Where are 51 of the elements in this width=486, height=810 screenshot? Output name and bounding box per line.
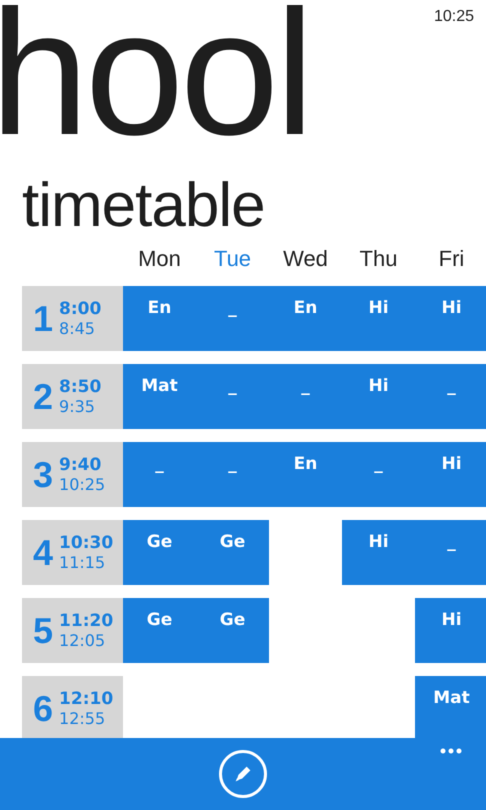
lesson-cell[interactable]: Ge [196,520,269,585]
lesson-cell[interactable]: Hi [342,520,415,585]
period-number: 2 [33,376,54,418]
lesson-cell[interactable]: Hi [415,598,486,663]
lesson-cell[interactable]: Hi [415,286,486,351]
lesson-cell[interactable]: Mat [123,364,196,429]
lesson-cell[interactable]: _ [196,442,269,507]
lesson-cell[interactable]: _ [269,364,342,429]
page-title: timetable [22,170,266,242]
lesson-cell[interactable]: Hi [342,286,415,351]
lesson-cell[interactable]: _ [196,364,269,429]
lesson-cell[interactable]: En [269,286,342,351]
lesson-cell[interactable]: En [269,442,342,507]
period-number: 3 [33,454,54,496]
day-header[interactable]: Tue [196,246,269,272]
lesson-cell[interactable]: En [123,286,196,351]
lesson-cell[interactable]: Hi [415,442,486,507]
lesson-cell[interactable]: Hi [342,364,415,429]
period-number: 5 [33,610,54,652]
start-time: 8:50 [59,376,102,396]
lesson-cell[interactable]: _ [415,520,486,585]
period-number: 6 [33,688,54,730]
lesson-cell[interactable]: Mat [415,676,486,741]
end-time: 10:25 [59,474,106,494]
more-icon[interactable] [440,748,462,754]
day-header[interactable]: Thu [342,246,415,272]
app-title: hool [0,0,311,150]
end-time: 12:05 [59,630,106,650]
lesson-cell[interactable]: Ge [196,598,269,663]
end-time: 11:15 [59,552,106,572]
period-number: 4 [33,532,54,574]
edit-button[interactable] [219,750,267,798]
period-number: 1 [33,298,54,340]
start-time: 8:00 [59,298,102,318]
day-header[interactable]: Wed [269,246,342,272]
day-header[interactable]: Fri [415,246,486,272]
lesson-cell[interactable]: Ge [123,598,196,663]
day-header[interactable]: Mon [123,246,196,272]
lesson-cell[interactable]: _ [415,364,486,429]
lesson-cell[interactable]: Ge [123,520,196,585]
start-time: 9:40 [59,454,102,474]
start-time: 11:20 [59,610,114,630]
lesson-cell[interactable]: _ [196,286,269,351]
lesson-cell[interactable]: _ [123,442,196,507]
end-time: 12:55 [59,708,106,728]
end-time: 8:45 [59,318,96,338]
start-time: 10:30 [59,532,114,552]
start-time: 12:10 [59,688,114,708]
end-time: 9:35 [59,396,96,416]
lesson-cell[interactable]: _ [342,442,415,507]
clock: 10:25 [434,8,474,26]
